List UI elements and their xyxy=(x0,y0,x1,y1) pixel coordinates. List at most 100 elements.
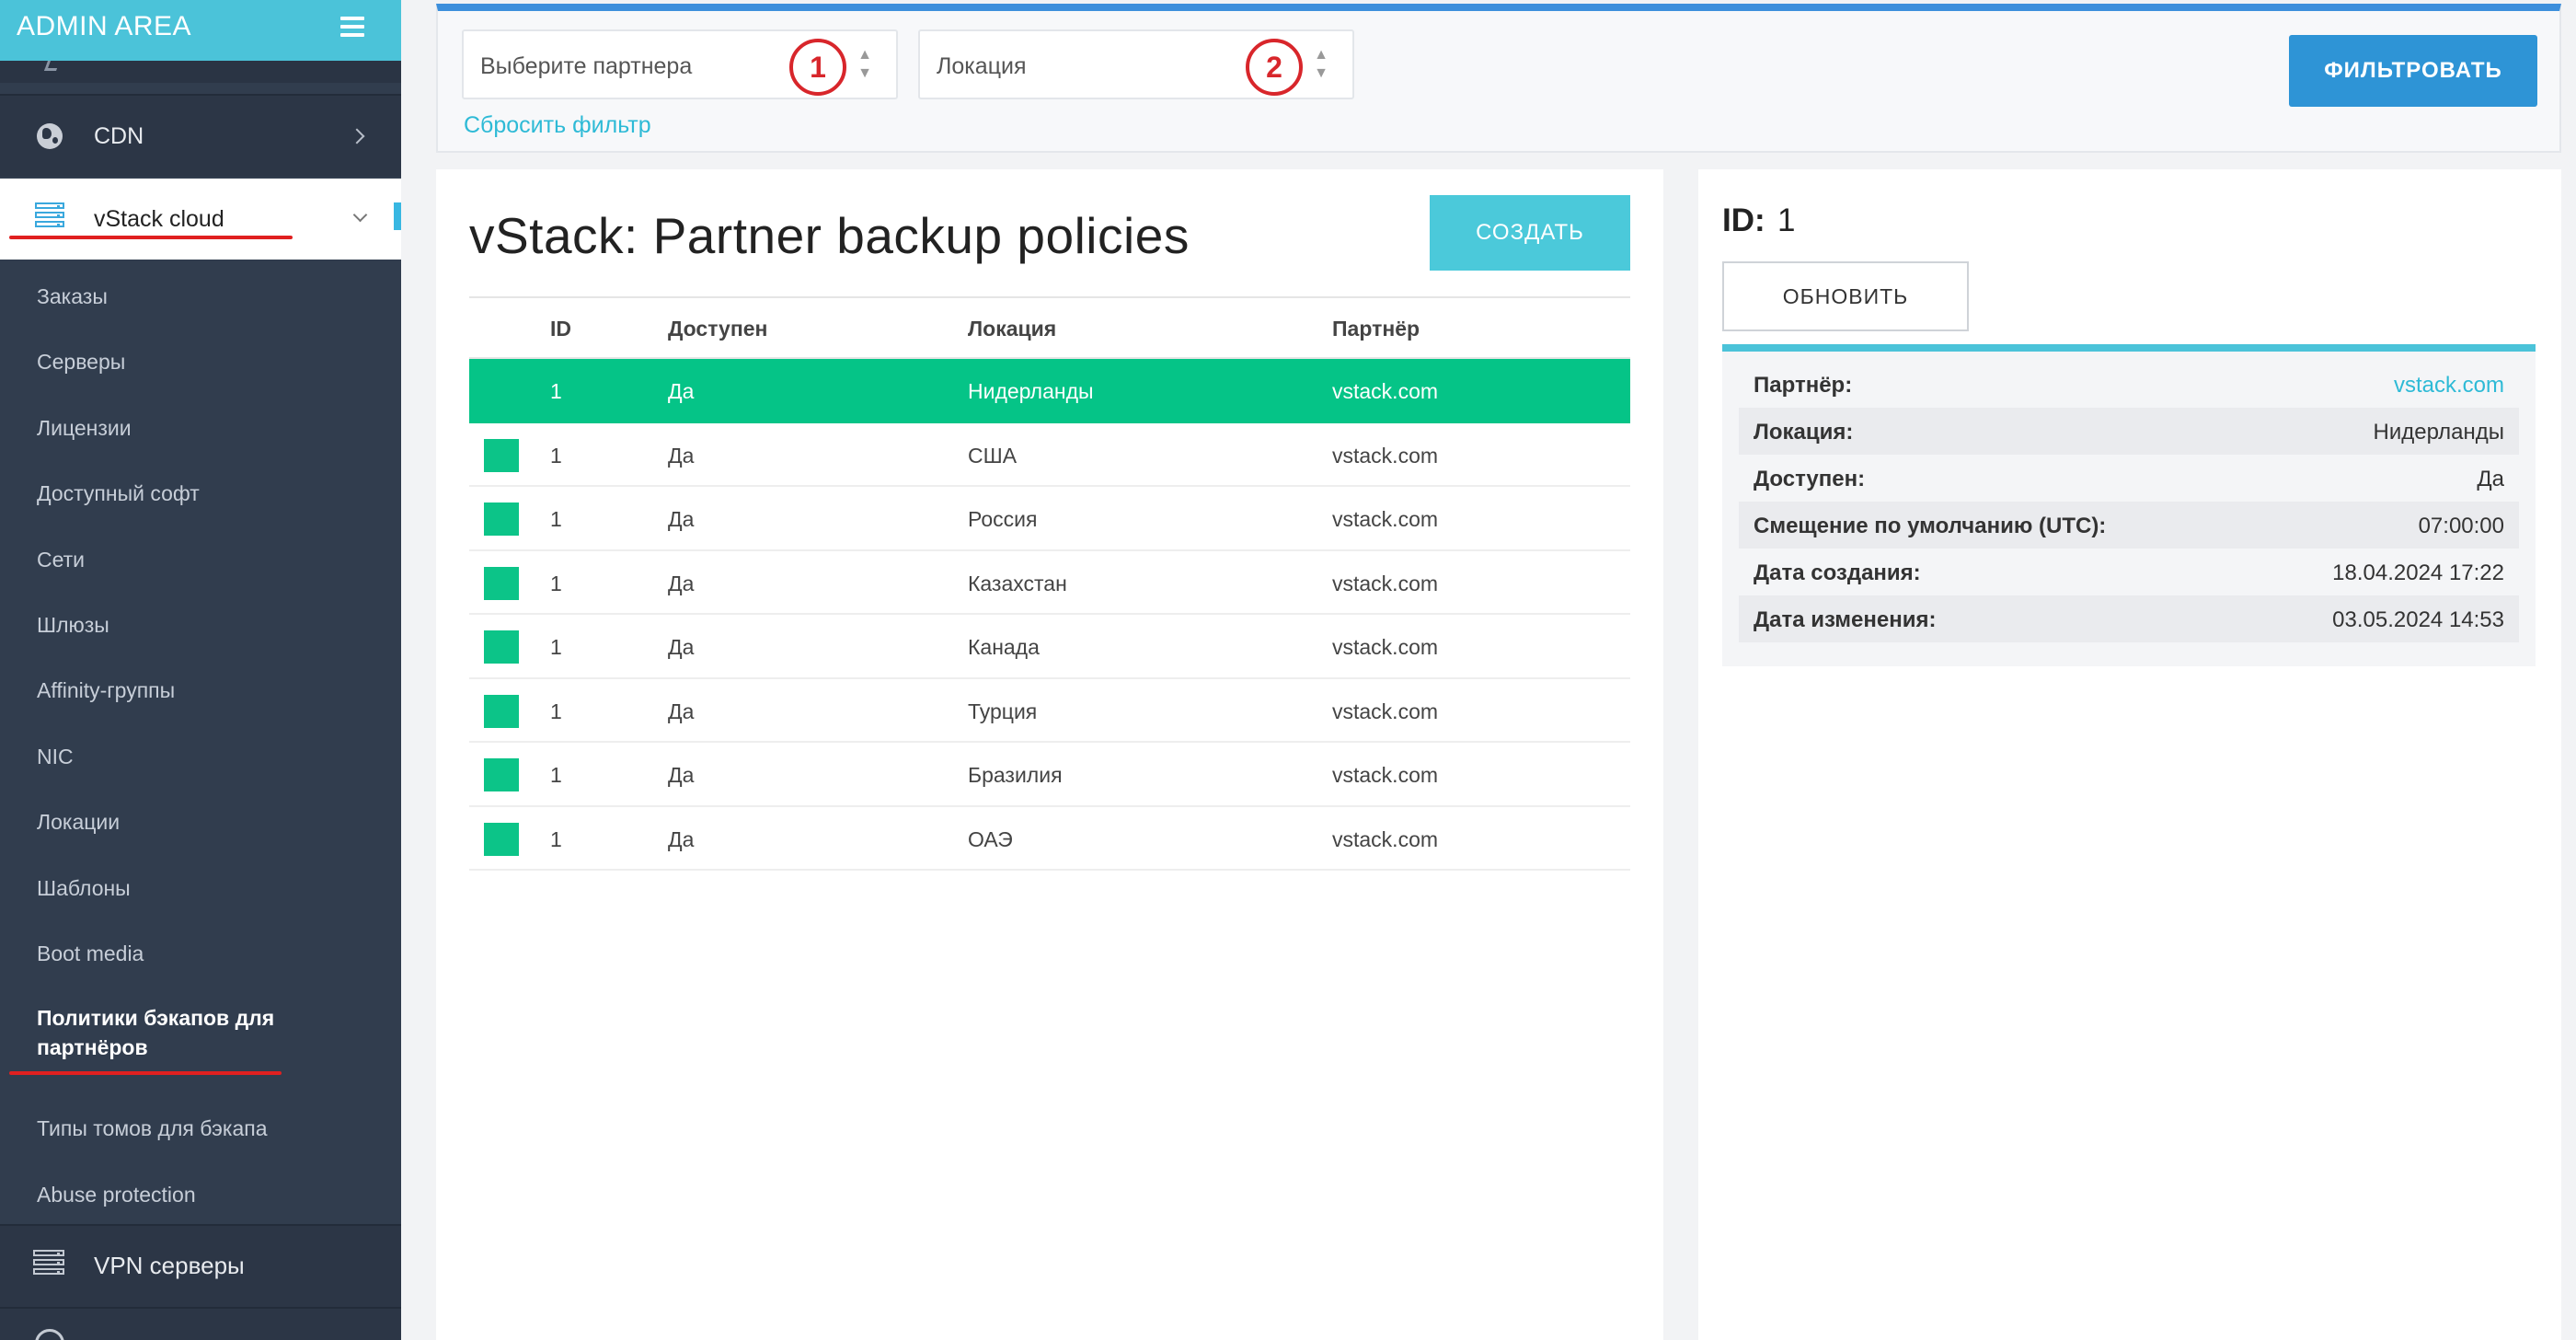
table-row[interactable]: 1 Да Казахстан vstack.com xyxy=(469,551,1630,615)
annotation-badge-2: 2 xyxy=(1246,39,1303,96)
cell-id: 1 xyxy=(550,443,562,468)
sidebar-item-vstack-cloud[interactable]: vStack cloud xyxy=(0,179,401,260)
sidebar-item-label: Политики бэкапов для xyxy=(37,1006,275,1030)
filter-button[interactable]: ФИЛЬТРОВАТЬ xyxy=(2289,35,2537,107)
sidebar-item-networks[interactable]: Сети xyxy=(37,545,85,574)
cell-available: Да xyxy=(668,826,695,851)
cell-location: Турция xyxy=(968,699,1038,723)
detail-value: 03.05.2024 14:53 xyxy=(2332,607,2504,632)
detail-row-location: Локация: Нидерланды xyxy=(1739,408,2519,455)
cell-available: Да xyxy=(668,379,695,403)
annotation-badge-1: 1 xyxy=(789,39,846,96)
sidebar-item-templates[interactable]: Шаблоны xyxy=(37,873,131,903)
detail-value: 18.04.2024 17:22 xyxy=(2332,560,2504,585)
select-arrows-icon: ▲ ▼ xyxy=(857,47,872,81)
cell-partner: vstack.com xyxy=(1332,699,1439,723)
detail-label: Доступен: xyxy=(1754,467,1866,491)
create-button[interactable]: СОЗДАТЬ xyxy=(1430,195,1630,271)
sidebar-item-label: CDN xyxy=(94,123,144,149)
table-row[interactable]: 1 Да Россия vstack.com xyxy=(469,487,1630,551)
chevron-down-icon xyxy=(352,207,368,223)
detail-info-card: Партнёр: vstack.com Локация: Нидерланды … xyxy=(1722,344,2536,666)
cell-location: Нидерланды xyxy=(968,379,1094,403)
sidebar-item-gateways[interactable]: Шлюзы xyxy=(37,610,109,640)
sidebar-item-partial-bottom[interactable] xyxy=(0,1309,401,1340)
cell-location: Россия xyxy=(968,507,1038,531)
reset-filter-link[interactable]: Сбросить фильтр xyxy=(464,112,651,139)
location-select-placeholder: Локация xyxy=(937,53,1027,79)
detail-label: Смещение по умолчанию (UTC): xyxy=(1754,514,2107,538)
sidebar: ADMIN AREA CDN vStack cloud Заказы Серве… xyxy=(0,0,401,1340)
detail-value: Да xyxy=(2477,467,2504,491)
sidebar-item-abuse-protection[interactable]: Abuse protection xyxy=(37,1180,196,1209)
sidebar-item-vpn-servers[interactable]: VPN серверы xyxy=(0,1226,401,1307)
filter-panel: Выберите партнера ▲ ▼ 1 Локация ▲ ▼ 2 Сбро… xyxy=(436,4,2561,153)
table-row[interactable]: 1 Да Нидерланды vstack.com xyxy=(469,359,1630,423)
sidebar-item-boot-media[interactable]: Boot media xyxy=(37,939,144,968)
globe-icon xyxy=(37,123,63,149)
policies-table: ID Доступен Локация Партнёр 1 Да Нидерла… xyxy=(469,296,1630,871)
sidebar-item-nic[interactable]: NIC xyxy=(37,742,74,771)
cell-id: 1 xyxy=(550,763,562,787)
cell-available: Да xyxy=(668,571,695,595)
partner-select-placeholder: Выберите партнера xyxy=(480,53,693,79)
cell-available: Да xyxy=(668,507,695,531)
sidebar-item-software[interactable]: Доступный софт xyxy=(37,479,200,508)
cell-partner: vstack.com xyxy=(1332,379,1439,403)
table-row[interactable]: 1 Да Канада vstack.com xyxy=(469,615,1630,679)
cell-location: США xyxy=(968,443,1018,468)
table-row[interactable]: 1 Да ОАЭ vstack.com xyxy=(469,807,1630,871)
row-status-indicator xyxy=(484,822,519,856)
table-row[interactable]: 1 Да Турция vstack.com xyxy=(469,679,1630,743)
detail-label: Локация: xyxy=(1754,420,1854,445)
cell-location: Канада xyxy=(968,635,1040,659)
sidebar-item-licenses[interactable]: Лицензии xyxy=(37,413,132,443)
sidebar-item-affinity-groups[interactable]: Affinity-группы xyxy=(37,676,175,705)
sidebar-item-label: партнёров xyxy=(37,1035,148,1059)
sidebar-header: ADMIN AREA xyxy=(0,0,401,61)
cell-available: Да xyxy=(668,763,695,787)
table-row[interactable]: 1 Да Бразилия vstack.com xyxy=(469,743,1630,807)
detail-label: Дата изменения: xyxy=(1754,607,1937,632)
detail-panel: ID: 1 ОБНОВИТЬ Партнёр: vstack.com Локац… xyxy=(1698,169,2561,1340)
detail-row-modified: Дата изменения: 03.05.2024 14:53 xyxy=(1739,595,2519,642)
table-header: ID Доступен Локация Партнёр xyxy=(469,296,1630,359)
cell-location: Казахстан xyxy=(968,571,1067,595)
partner-link[interactable]: vstack.com xyxy=(2394,373,2504,399)
server-icon xyxy=(35,202,64,228)
column-header-available[interactable]: Доступен xyxy=(668,317,767,341)
sidebar-item-backup-volume-types[interactable]: Типы томов для бэкапа xyxy=(37,1114,267,1143)
row-status-indicator xyxy=(484,502,519,536)
sidebar-submenu: Заказы Серверы Лицензии Доступный софт С… xyxy=(0,261,401,1224)
detail-id-label: ID: xyxy=(1722,202,1765,238)
column-header-partner[interactable]: Партнёр xyxy=(1332,317,1420,341)
sidebar-item-locations[interactable]: Локации xyxy=(37,807,120,837)
sidebar-item-servers[interactable]: Серверы xyxy=(37,347,125,376)
sidebar-item-partial[interactable] xyxy=(0,61,401,83)
column-header-id[interactable]: ID xyxy=(550,317,571,341)
server-icon xyxy=(33,1250,64,1276)
detail-value: 07:00:00 xyxy=(2418,514,2504,538)
sidebar-item-partner-backup-policies[interactable]: Политики бэкапов для партнёров xyxy=(37,1003,274,1062)
row-status-indicator xyxy=(484,630,519,664)
detail-row-utc-offset: Смещение по умолчанию (UTC): 07:00:00 xyxy=(1739,502,2519,549)
detail-id-value: 1 xyxy=(1777,202,1796,238)
cell-partner: vstack.com xyxy=(1332,826,1439,851)
table-row[interactable]: 1 Да США vstack.com xyxy=(469,423,1630,487)
cell-partner: vstack.com xyxy=(1332,507,1439,531)
cell-id: 1 xyxy=(550,635,562,659)
refresh-button[interactable]: ОБНОВИТЬ xyxy=(1722,261,1969,331)
hamburger-menu-icon[interactable] xyxy=(340,17,364,37)
column-header-location[interactable]: Локация xyxy=(968,317,1056,341)
detail-label: Дата создания: xyxy=(1754,560,1921,585)
active-indicator xyxy=(394,202,401,230)
sidebar-item-orders[interactable]: Заказы xyxy=(37,282,108,311)
cell-partner: vstack.com xyxy=(1332,763,1439,787)
annotation-underline xyxy=(9,236,293,239)
row-status-indicator xyxy=(484,438,519,472)
cell-id: 1 xyxy=(550,379,562,403)
cell-id: 1 xyxy=(550,507,562,531)
app-title: ADMIN AREA xyxy=(17,11,192,41)
detail-label: Партнёр: xyxy=(1754,373,1853,398)
list-panel: vStack: Partner backup policies СОЗДАТЬ … xyxy=(436,169,1663,1340)
